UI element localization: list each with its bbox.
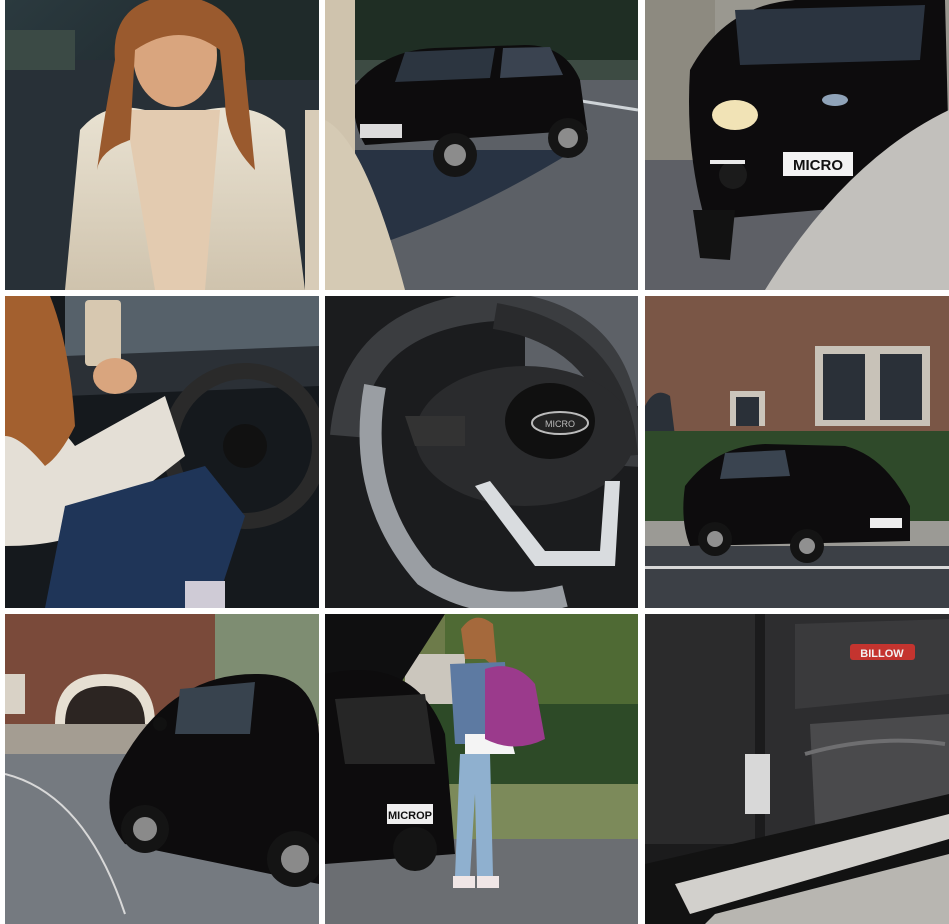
car-side-brick-photo xyxy=(5,614,319,924)
car-front-closeup-photo: MICRO xyxy=(645,0,949,290)
tile-car-street[interactable] xyxy=(325,0,638,290)
car-parked-hedge-photo xyxy=(645,296,949,608)
black-car-street-photo xyxy=(325,0,638,290)
rear-plate-text: MICROP xyxy=(388,810,432,822)
woman-portrait-photo xyxy=(5,0,319,290)
trunk-interior-photo: BILLOW xyxy=(645,614,949,924)
tile-car-hedge[interactable] xyxy=(645,296,949,608)
front-plate-text: MICRO xyxy=(793,157,843,174)
strap-label-text: BILLOW xyxy=(860,648,904,660)
woman-driving-photo xyxy=(5,296,319,608)
tile-trunk-interior[interactable]: BILLOW xyxy=(645,614,949,924)
woman-backpack-car-photo: MICROP xyxy=(325,614,638,924)
tile-steering-wheel[interactable]: MICRO xyxy=(325,296,638,608)
tile-car-front[interactable]: MICRO xyxy=(645,0,949,290)
steering-badge-text: MICRO xyxy=(545,419,575,429)
tile-car-brick[interactable] xyxy=(5,614,319,924)
photo-grid: MICRO MICRO MICROP BILLOW xyxy=(0,0,949,924)
tile-woman-driving[interactable] xyxy=(5,296,319,608)
steering-wheel-photo: MICRO xyxy=(325,296,638,608)
tile-woman-backpack[interactable]: MICROP xyxy=(325,614,638,924)
tile-woman-portrait[interactable] xyxy=(5,0,319,290)
